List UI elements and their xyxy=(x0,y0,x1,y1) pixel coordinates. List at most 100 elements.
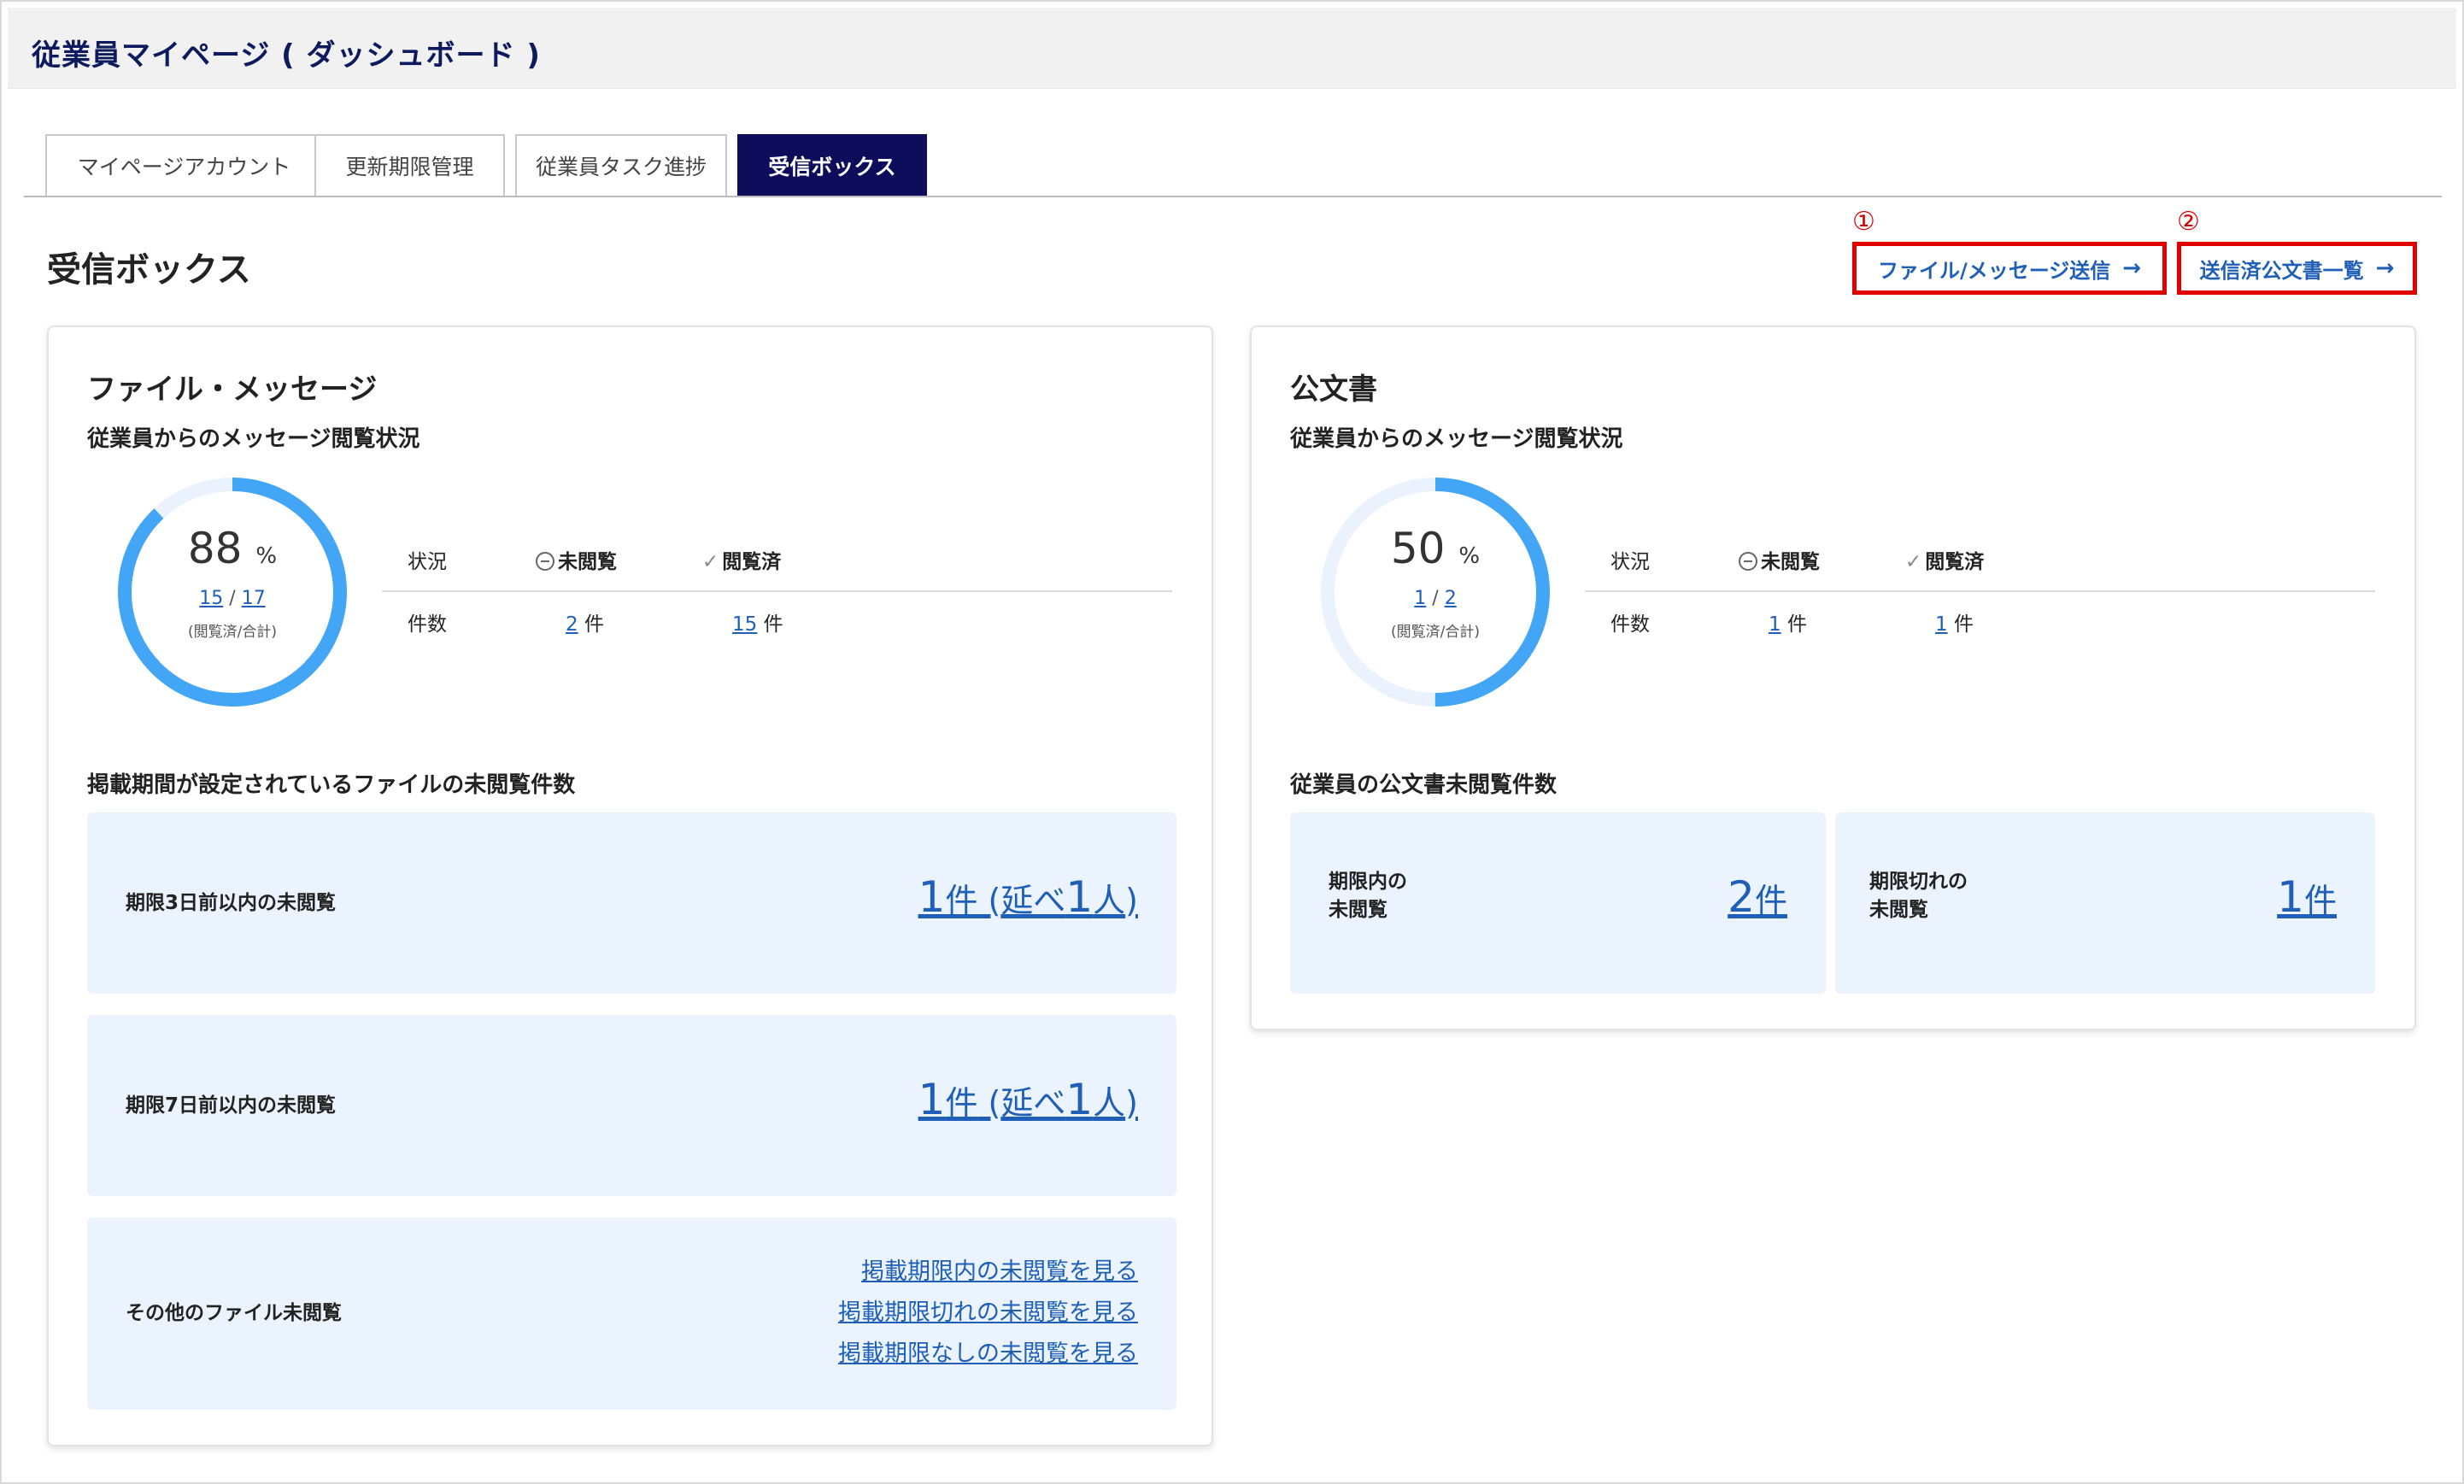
sent-documents-label: 送信済公文書一覧 xyxy=(2199,258,2364,283)
other-unread-label: その他のファイル未閲覧 xyxy=(126,1302,342,1324)
read-rate-donut: 88 % 15 / 17 (閲覧済/合計) xyxy=(113,472,352,712)
unread-header-label: 未閲覧 xyxy=(1761,551,1820,573)
donut-note: (閲覧済/合計) xyxy=(188,624,277,641)
donut-percent: 50 % xyxy=(1316,524,1555,573)
deadline-3days-box: 期限3日前以内の未閲覧 1件 (延べ1人) xyxy=(87,812,1176,994)
check-icon: ✓ xyxy=(1905,551,1922,573)
paren-open: ( xyxy=(977,1084,1001,1122)
donut-percent-unit: % xyxy=(1458,543,1481,569)
donut-note: (閲覧済/合計) xyxy=(1391,624,1480,641)
unread-count-link[interactable]: 2 xyxy=(566,613,578,636)
card-subtitle: 従業員からのメッセージ閲覧状況 xyxy=(87,426,420,452)
read-count-link[interactable]: 1 xyxy=(1414,588,1426,609)
count-unit: 件 xyxy=(2303,882,2337,919)
file-message-card: ファイル・メッセージ 従業員からのメッセージ閲覧状況 88 % 15 / 17 … xyxy=(47,326,1213,1446)
extra-label: 延べ xyxy=(1000,882,1066,919)
read-count-link[interactable]: 1 xyxy=(1935,613,1948,636)
unit-label: 件 xyxy=(1786,613,1807,636)
count-unit: 件 xyxy=(945,1084,978,1122)
table-divider xyxy=(382,590,1172,592)
deadline-7days-label: 期限7日前以内の未閲覧 xyxy=(126,1094,337,1117)
ratio-separator: / xyxy=(1432,588,1439,609)
arrow-right-icon: → xyxy=(2375,255,2395,281)
read-rate-donut: 50 % 1 / 2 (閲覧済/合計) xyxy=(1316,472,1555,712)
read-status-table: 状況 未閲覧 ✓ 閲覧済 件数 1 件 1 件 xyxy=(1585,545,2375,656)
check-icon: ✓ xyxy=(702,551,719,573)
read-count: 1 件 xyxy=(1935,607,1974,636)
minus-circle-icon xyxy=(1739,552,1757,571)
within-deadline-count-link[interactable]: 2件 xyxy=(1728,872,1787,922)
file-message-send-label: ファイル/メッセージ送信 xyxy=(1877,258,2111,283)
paren-open: ( xyxy=(977,882,1001,919)
paren-close: ) xyxy=(1125,882,1138,919)
unread-count-link[interactable]: 1 xyxy=(1769,613,1781,636)
expired-label: 期限切れの 未閲覧 xyxy=(1869,868,1968,925)
file-message-send-button[interactable]: ファイル/メッセージ送信 → xyxy=(1852,242,2167,295)
count-value: 1 xyxy=(918,872,946,922)
deadline-3days-label: 期限3日前以内の未閲覧 xyxy=(126,892,337,914)
unit-label: 件 xyxy=(1953,613,1974,636)
extra-unit: 人 xyxy=(1093,1084,1126,1122)
table-divider xyxy=(1585,590,2375,592)
read-count-link[interactable]: 15 xyxy=(199,588,223,609)
ratio-separator: / xyxy=(229,588,236,609)
label-line2: 未閲覧 xyxy=(1869,899,1928,922)
within-deadline-label: 期限内の 未閲覧 xyxy=(1329,868,1407,925)
donut-ratio: 1 / 2 xyxy=(1316,588,1555,609)
card-subtitle: 従業員からのメッセージ閲覧状況 xyxy=(1290,426,1623,452)
within-deadline-box: 期限内の 未閲覧 2件 xyxy=(1290,812,1826,994)
tab-inbox[interactable]: 受信ボックス xyxy=(737,134,927,196)
card-title: 公文書 xyxy=(1290,372,1377,407)
status-header: 状況 xyxy=(1610,551,1650,573)
label-line2: 未閲覧 xyxy=(1329,899,1387,922)
tab-mypage-account[interactable]: マイページアカウント xyxy=(45,134,323,196)
paren-close: ) xyxy=(1125,1084,1138,1122)
deadline-3days-count-link[interactable]: 1件 (延べ1人) xyxy=(918,872,1138,922)
tab-employee-task-progress[interactable]: 従業員タスク進捗 xyxy=(515,134,727,196)
within-period-unread-link[interactable]: 掲載期限内の未閲覧を見る xyxy=(838,1252,1138,1293)
donut-percent-value: 88 xyxy=(187,524,243,573)
extra-label: 延べ xyxy=(1000,1084,1066,1122)
donut-percent-unit: % xyxy=(255,543,278,569)
unread-heading: 従業員の公文書未閲覧件数 xyxy=(1290,772,1558,798)
no-period-unread-link[interactable]: 掲載期限なしの未閲覧を見る xyxy=(838,1334,1138,1375)
section-title: 受信ボックス xyxy=(47,250,251,290)
marker-1: ① xyxy=(1852,207,1875,237)
minus-circle-icon xyxy=(536,552,554,571)
other-unread-box: その他のファイル未閲覧 掲載期限内の未閲覧を見る 掲載期限切れの未閲覧を見る 掲… xyxy=(87,1217,1176,1410)
expired-unread-link[interactable]: 掲載期限切れの未閲覧を見る xyxy=(838,1293,1138,1334)
page-header: 従業員マイページ ( ダッシュボード ) xyxy=(8,8,2456,89)
deadline-7days-count-link[interactable]: 1件 (延べ1人) xyxy=(918,1075,1138,1124)
unit-label: 件 xyxy=(763,613,783,636)
read-header-label: 閲覧済 xyxy=(722,551,782,573)
read-count-link[interactable]: 15 xyxy=(732,613,757,636)
donut-percent: 88 % xyxy=(113,524,352,573)
total-count-link[interactable]: 2 xyxy=(1445,588,1457,609)
unread-header: 未閲覧 xyxy=(1739,545,1820,574)
count-label: 件数 xyxy=(408,613,447,636)
deadline-heading: 掲載期間が設定されているファイルの未閲覧件数 xyxy=(87,772,576,798)
official-document-card: 公文書 従業員からのメッセージ閲覧状況 50 % 1 / 2 (閲覧済/合計) … xyxy=(1250,326,2416,1030)
page-header-title: 従業員マイページ ( ダッシュボード ) xyxy=(32,38,541,73)
read-count: 15 件 xyxy=(732,607,783,636)
donut-percent-value: 50 xyxy=(1390,524,1446,573)
tab-renewal-deadline[interactable]: 更新期限管理 xyxy=(314,134,505,196)
unread-header: 未閲覧 xyxy=(536,545,617,574)
read-header: ✓ 閲覧済 xyxy=(702,545,781,574)
other-unread-links: 掲載期限内の未閲覧を見る 掲載期限切れの未閲覧を見る 掲載期限なしの未閲覧を見る xyxy=(838,1252,1138,1375)
count-value: 2 xyxy=(1728,872,1755,922)
extra-count: 1 xyxy=(1065,872,1094,922)
label-line1: 期限切れの xyxy=(1869,871,1968,893)
tab-bar: マイページアカウント 更新期限管理 従業員タスク進捗 受信ボックス xyxy=(24,134,2442,197)
read-status-table: 状況 未閲覧 ✓ 閲覧済 件数 2 件 15 件 xyxy=(382,545,1172,656)
expired-count-link[interactable]: 1件 xyxy=(2277,872,2337,922)
count-label: 件数 xyxy=(1610,613,1650,636)
deadline-7days-box: 期限7日前以内の未閲覧 1件 (延べ1人) xyxy=(87,1015,1176,1196)
count-unit: 件 xyxy=(945,882,978,919)
sent-documents-button[interactable]: 送信済公文書一覧 → xyxy=(2177,242,2417,295)
count-value: 1 xyxy=(918,1075,946,1124)
arrow-right-icon: → xyxy=(2122,255,2142,281)
total-count-link[interactable]: 17 xyxy=(242,588,266,609)
count-unit: 件 xyxy=(1754,882,1787,919)
extra-unit: 人 xyxy=(1093,882,1126,919)
